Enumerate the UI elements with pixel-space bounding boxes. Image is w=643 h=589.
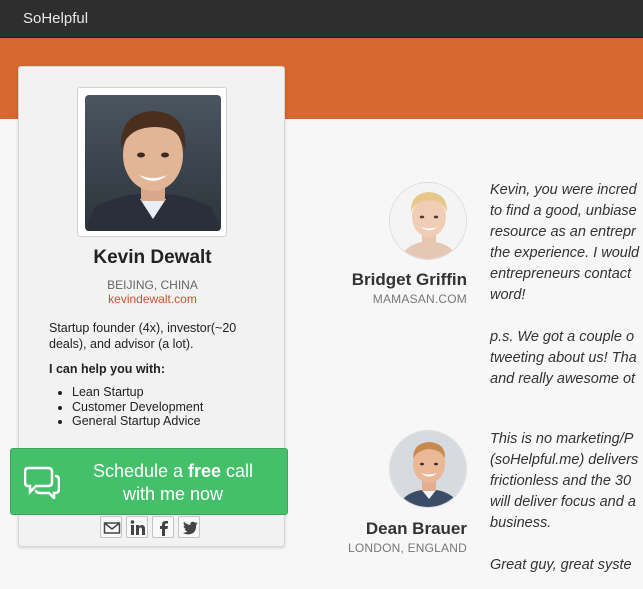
profile-photo-frame (77, 87, 227, 237)
cta-line-2: with me now (122, 484, 224, 504)
chat-bubbles-icon (24, 466, 60, 499)
linkedin-icon[interactable] (126, 516, 148, 538)
testimonial-name: Dean Brauer (365, 519, 467, 538)
testimonial-quote: This is no marketing/P (soHelpful.me) de… (490, 431, 639, 573)
testimonial-org: LONDON, ENGLAND (347, 541, 467, 555)
twitter-icon[interactable] (178, 516, 200, 538)
help-item: Lean Startup (72, 385, 203, 400)
testimonial-avatar (389, 182, 467, 260)
help-item: General Startup Advice (72, 414, 203, 429)
profile-photo (85, 95, 221, 231)
testimonial-org: MAMASAN.COM (372, 292, 467, 306)
top-navbar: SoHelpful (0, 0, 643, 38)
help-heading: I can help you with: (49, 362, 165, 376)
cta-line-1: Schedule a free call (92, 461, 254, 481)
profile-location: BEIJING, CHINA (107, 278, 198, 292)
help-item: Customer Development (72, 400, 203, 415)
brand-logo[interactable]: SoHelpful (23, 10, 88, 27)
profile-bio: Startup founder (4x), investor(~20 deals… (49, 321, 237, 351)
schedule-call-button[interactable]: Schedule a free call with me now (10, 448, 288, 515)
testimonial-name: Bridget Griffin (351, 270, 467, 289)
profile-name: Kevin Dewalt (93, 247, 212, 268)
testimonial-avatar (389, 430, 467, 508)
email-icon[interactable] (100, 516, 122, 538)
testimonial-quote: Kevin, you were incred to find a good, u… (490, 182, 640, 387)
facebook-icon[interactable] (152, 516, 174, 538)
help-list: Lean Startup Customer Development Genera… (72, 385, 203, 429)
profile-website-link[interactable]: kevindewalt.com (19, 292, 286, 306)
